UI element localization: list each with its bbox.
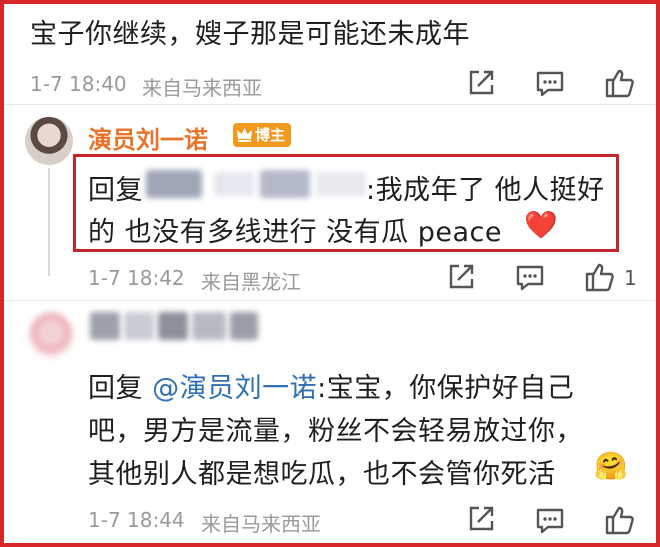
highlight-frame bbox=[0, 0, 660, 547]
